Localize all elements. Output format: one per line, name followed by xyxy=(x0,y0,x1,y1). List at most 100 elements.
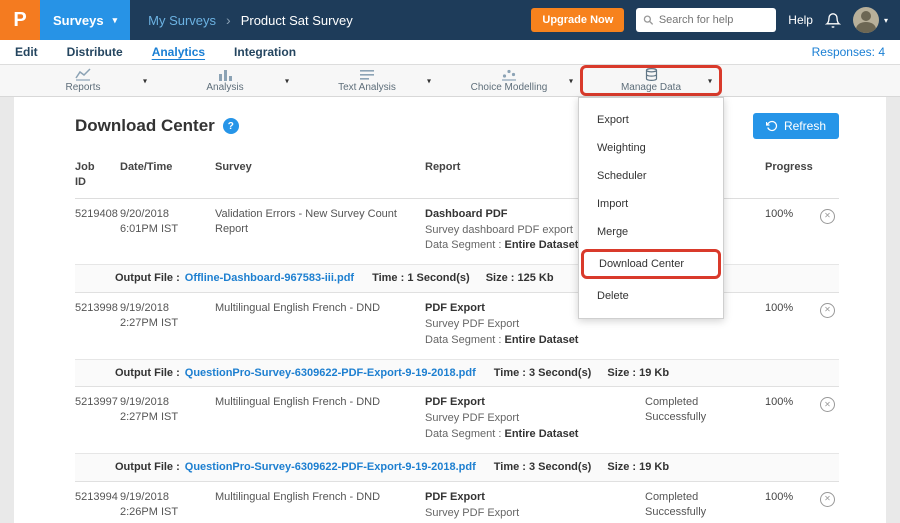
job-datetime: 9/19/2018 2:27PM IST xyxy=(120,395,215,442)
output-size: Size : 19 Kb xyxy=(607,460,669,475)
cancel-job-icon[interactable]: ✕ xyxy=(820,492,835,507)
data-segment: Data Segment : Entire Dataset xyxy=(425,427,633,442)
job-id: 5219408 xyxy=(75,207,120,254)
menu-item-import[interactable]: Import xyxy=(579,190,723,218)
tab-analytics[interactable]: Analytics xyxy=(152,45,205,59)
chevron-down-icon: ▾ xyxy=(884,16,888,25)
tab-distribute[interactable]: Distribute xyxy=(67,45,123,59)
download-jobs-table: Job ID Date/Time Survey Report Progress … xyxy=(75,155,839,523)
help-search-box xyxy=(636,8,776,32)
breadcrumb-separator: › xyxy=(226,12,231,28)
job-survey: Multilingual English French - DND xyxy=(215,395,425,442)
surveys-dropdown-button[interactable]: Surveys ▾ xyxy=(40,0,130,40)
chevron-down-icon: ▾ xyxy=(113,16,118,25)
toolbar-item-choice-modelling[interactable]: Choice Modelling ▾ xyxy=(438,65,580,96)
job-progress: 100% xyxy=(765,395,820,442)
data-segment-value: Entire Dataset xyxy=(505,334,579,346)
output-size: Size : 125 Kb xyxy=(486,271,554,286)
manage-data-database-icon xyxy=(645,68,658,81)
report-description: Survey PDF Export xyxy=(425,411,633,426)
job-progress: 100% xyxy=(765,301,820,348)
output-file-link[interactable]: QuestionPro-Survey-6309622-PDF-Export-9-… xyxy=(185,460,476,475)
toolbar-label: Analysis xyxy=(206,82,243,93)
output-time: Time : 3 Second(s) xyxy=(494,460,592,475)
header-progress: Progress xyxy=(765,160,820,190)
cancel-job-icon[interactable]: ✕ xyxy=(820,303,835,318)
output-file-link[interactable]: QuestionPro-Survey-6309622-PDF-Export-9-… xyxy=(185,366,476,381)
report-title: PDF Export xyxy=(425,490,633,505)
avatar xyxy=(853,7,879,33)
data-segment-label: Data Segment : xyxy=(425,334,501,346)
header-actions-spacer xyxy=(820,160,839,190)
app-logo: P xyxy=(0,0,40,40)
toolbar-item-analysis[interactable]: Analysis ▾ xyxy=(154,65,296,96)
job-survey: Multilingual English French - DND xyxy=(215,490,425,523)
cancel-job-icon[interactable]: ✕ xyxy=(820,209,835,224)
chevron-down-icon: ▾ xyxy=(708,76,712,85)
help-question-icon[interactable]: ? xyxy=(223,118,239,134)
breadcrumb-my-surveys[interactable]: My Surveys xyxy=(148,13,216,28)
chevron-down-icon: ▾ xyxy=(427,76,431,85)
output-file-row: Output File : QuestionPro-Survey-6309622… xyxy=(75,359,839,388)
notifications-bell-icon[interactable] xyxy=(825,12,841,29)
toolbar-item-text-analysis[interactable]: Text Analysis ▾ xyxy=(296,65,438,96)
output-file-label: Output File : xyxy=(115,460,180,475)
report-title: PDF Export xyxy=(425,395,633,410)
topbar: P Surveys ▾ My Surveys › Product Sat Sur… xyxy=(0,0,900,40)
chevron-down-icon: ▾ xyxy=(569,76,573,85)
output-file-label: Output File : xyxy=(115,366,180,381)
job-survey: Multilingual English French - DND xyxy=(215,301,425,348)
search-icon xyxy=(643,14,654,26)
menu-item-export[interactable]: Export xyxy=(579,106,723,134)
toolbar-item-reports[interactable]: Reports ▾ xyxy=(12,65,154,96)
topbar-right: Upgrade Now Help ▾ xyxy=(531,7,900,33)
job-status: Completed Successfully xyxy=(645,490,765,523)
header-datetime: Date/Time xyxy=(120,160,215,190)
menu-item-weighting[interactable]: Weighting xyxy=(579,134,723,162)
manage-data-menu: Export Weighting Scheduler Import Merge … xyxy=(578,97,724,319)
table-row: 5213998 9/19/2018 2:27PM IST Multilingua… xyxy=(75,293,839,359)
analysis-icon xyxy=(217,68,233,81)
cancel-job-icon[interactable]: ✕ xyxy=(820,397,835,412)
choice-modelling-icon xyxy=(501,68,517,81)
menu-item-merge[interactable]: Merge xyxy=(579,218,723,246)
output-file-link[interactable]: Offline-Dashboard-967583-iii.pdf xyxy=(185,271,354,286)
section-nav: Edit Distribute Analytics Integration Re… xyxy=(0,40,900,65)
help-link[interactable]: Help xyxy=(788,13,813,27)
job-report: PDF Export Survey PDF Export Data Segmen… xyxy=(425,395,645,442)
upgrade-now-button[interactable]: Upgrade Now xyxy=(531,8,624,32)
data-segment-value: Entire Dataset xyxy=(505,428,579,440)
refresh-icon xyxy=(766,120,778,132)
job-datetime: 9/19/2018 2:27PM IST xyxy=(120,301,215,348)
report-description: Survey PDF Export xyxy=(425,317,633,332)
tab-integration[interactable]: Integration xyxy=(234,45,296,59)
job-actions: ✕ xyxy=(820,395,847,442)
refresh-button[interactable]: Refresh xyxy=(753,113,839,139)
output-file-row: Output File : QuestionPro-Survey-6309622… xyxy=(75,453,839,482)
data-segment: Data Segment : Entire Dataset xyxy=(425,333,633,348)
toolbar-label: Choice Modelling xyxy=(471,82,548,93)
tab-edit[interactable]: Edit xyxy=(15,45,38,59)
job-survey: Validation Errors - New Survey Count Rep… xyxy=(215,207,425,254)
menu-item-delete[interactable]: Delete xyxy=(579,282,723,310)
data-segment-label: Data Segment : xyxy=(425,239,501,251)
page-title: Download Center xyxy=(75,116,215,136)
text-analysis-icon xyxy=(359,68,375,81)
analytics-toolbar: Reports ▾ Analysis ▾ Text Analysis ▾ Cho… xyxy=(0,65,900,97)
job-datetime: 9/19/2018 2:26PM IST xyxy=(120,490,215,523)
output-file-row: Output File : Offline-Dashboard-967583-i… xyxy=(75,264,839,293)
job-actions: ✕ xyxy=(820,301,847,348)
content-header: Download Center ? Refresh xyxy=(75,113,839,139)
table-row: 5219408 9/20/2018 6:01PM IST Validation … xyxy=(75,199,839,265)
output-size: Size : 19 Kb xyxy=(607,366,669,381)
chevron-down-icon: ▾ xyxy=(143,76,147,85)
help-search-input[interactable] xyxy=(659,14,769,26)
account-menu[interactable]: ▾ xyxy=(853,7,888,33)
job-id: 5213994 xyxy=(75,490,120,523)
job-id: 5213998 xyxy=(75,301,120,348)
responses-count: Responses: 4 xyxy=(812,45,885,59)
toolbar-item-manage-data[interactable]: Manage Data ▾ xyxy=(580,65,722,96)
data-segment-value: Entire Dataset xyxy=(505,239,579,251)
menu-item-download-center[interactable]: Download Center xyxy=(581,249,721,279)
menu-item-scheduler[interactable]: Scheduler xyxy=(579,162,723,190)
